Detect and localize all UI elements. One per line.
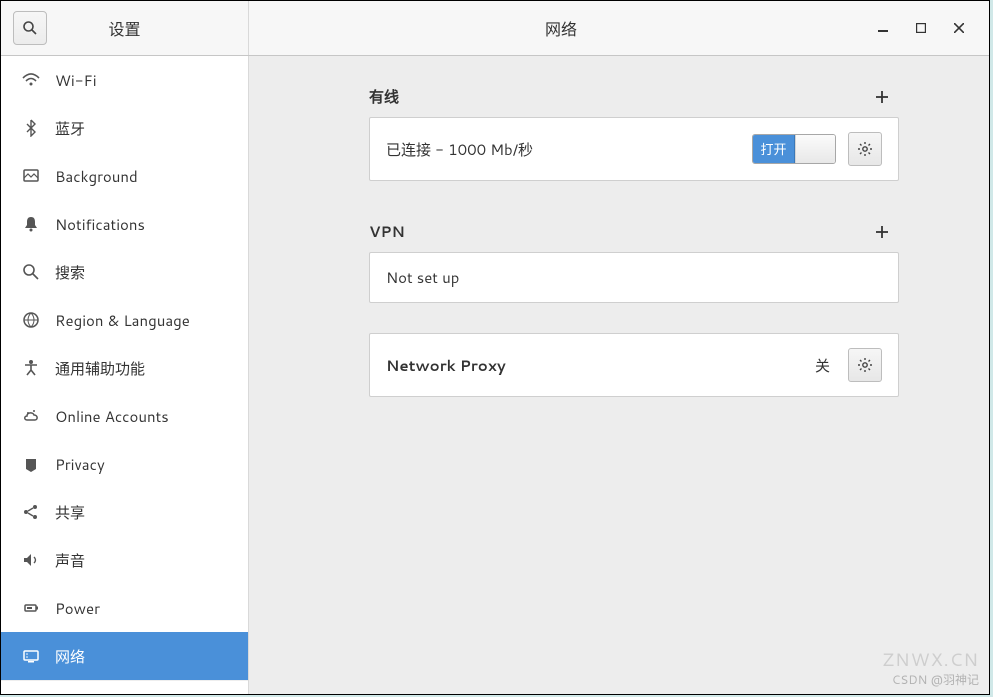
sidebar-item-label: Power bbox=[55, 598, 100, 619]
wired-title: 有线 bbox=[369, 86, 399, 107]
maximize-button[interactable] bbox=[911, 18, 931, 38]
sidebar-item-bluetooth[interactable]: 蓝牙 bbox=[1, 104, 248, 152]
titlebar-left: 设置 bbox=[1, 1, 249, 55]
gear-icon bbox=[857, 357, 873, 373]
sidebar-item-label: Background bbox=[55, 166, 138, 187]
sidebar-item-accessibility[interactable]: 通用辅助功能 bbox=[1, 344, 248, 392]
sidebar-item-background[interactable]: Background bbox=[1, 152, 248, 200]
sidebar-item-region[interactable]: Region & Language bbox=[1, 296, 248, 344]
sidebar-item-label: Privacy bbox=[55, 454, 105, 475]
toggle-knob bbox=[795, 135, 835, 163]
vpn-title: VPN bbox=[369, 221, 405, 242]
proxy-row[interactable]: Network Proxy 关 bbox=[370, 334, 898, 396]
speaker-icon bbox=[21, 550, 41, 570]
watermark-site: ZNWX.CN bbox=[882, 646, 979, 672]
wired-status: 已连接 - 1000 Mb/秒 bbox=[386, 139, 740, 160]
sidebar-item-label: Region & Language bbox=[55, 310, 190, 331]
sidebar-item-power[interactable]: Power bbox=[1, 584, 248, 632]
accessibility-icon bbox=[21, 358, 41, 378]
settings-window: 设置 网络 Wi-Fi bbox=[0, 0, 990, 695]
proxy-settings-button[interactable] bbox=[848, 348, 882, 382]
gear-icon bbox=[857, 141, 873, 157]
proxy-status: 关 bbox=[815, 355, 830, 376]
body: Wi-Fi 蓝牙 Background Notifications 搜索 Reg bbox=[1, 56, 989, 694]
sidebar-item-search[interactable]: 搜索 bbox=[1, 248, 248, 296]
sidebar-item-notifications[interactable]: Notifications bbox=[1, 200, 248, 248]
minimize-icon bbox=[878, 23, 888, 33]
titlebar-right: 网络 bbox=[249, 1, 989, 55]
add-wired-button[interactable] bbox=[875, 90, 899, 104]
network-icon bbox=[21, 646, 41, 666]
sidebar-item-label: Online Accounts bbox=[55, 406, 169, 427]
sidebar-item-wifi[interactable]: Wi-Fi bbox=[1, 56, 248, 104]
maximize-icon bbox=[916, 23, 926, 33]
wired-row: 已连接 - 1000 Mb/秒 打开 bbox=[370, 118, 898, 180]
add-vpn-button[interactable] bbox=[875, 225, 899, 239]
search-button[interactable] bbox=[13, 11, 47, 45]
plus-icon bbox=[875, 90, 889, 104]
sidebar-item-label: 通用辅助功能 bbox=[55, 358, 145, 379]
sidebar-item-label: 网络 bbox=[55, 646, 85, 667]
sidebar[interactable]: Wi-Fi 蓝牙 Background Notifications 搜索 Reg bbox=[1, 56, 249, 694]
toggle-on-label: 打开 bbox=[753, 135, 795, 163]
page-title: 网络 bbox=[249, 16, 873, 41]
sidebar-item-label: 声音 bbox=[55, 550, 85, 571]
wired-toggle[interactable]: 打开 bbox=[752, 134, 836, 164]
watermark-author: CSDN @羽神记 bbox=[892, 671, 979, 688]
vpn-section-head: VPN bbox=[369, 221, 899, 242]
vpn-status: Not set up bbox=[386, 267, 882, 288]
wired-settings-button[interactable] bbox=[848, 132, 882, 166]
bell-icon bbox=[21, 214, 41, 234]
close-icon bbox=[954, 23, 964, 33]
sidebar-item-label: 蓝牙 bbox=[55, 118, 85, 139]
sidebar-item-network[interactable]: 网络 bbox=[1, 632, 248, 680]
wired-section-head: 有线 bbox=[369, 86, 899, 107]
titlebar: 设置 网络 bbox=[1, 1, 989, 56]
region-icon bbox=[21, 310, 41, 330]
sidebar-divider bbox=[1, 680, 248, 681]
minimize-button[interactable] bbox=[873, 18, 893, 38]
sidebar-item-sound[interactable]: 声音 bbox=[1, 536, 248, 584]
window-controls bbox=[873, 18, 989, 38]
sidebar-item-online-accounts[interactable]: Online Accounts bbox=[1, 392, 248, 440]
share-icon bbox=[21, 502, 41, 522]
proxy-panel: Network Proxy 关 bbox=[369, 333, 899, 397]
vpn-panel: Not set up bbox=[369, 252, 899, 303]
vpn-row: Not set up bbox=[370, 253, 898, 302]
sidebar-item-label: 搜索 bbox=[55, 262, 85, 283]
background-icon bbox=[21, 166, 41, 186]
power-icon bbox=[21, 598, 41, 618]
proxy-title: Network Proxy bbox=[386, 355, 803, 376]
search-icon bbox=[22, 20, 38, 36]
sidebar-item-label: Notifications bbox=[55, 214, 145, 235]
privacy-icon bbox=[21, 454, 41, 474]
close-button[interactable] bbox=[949, 18, 969, 38]
search-icon bbox=[21, 262, 41, 282]
sidebar-item-share[interactable]: 共享 bbox=[1, 488, 248, 536]
wired-panel: 已连接 - 1000 Mb/秒 打开 bbox=[369, 117, 899, 181]
settings-title: 设置 bbox=[47, 16, 202, 41]
bluetooth-icon bbox=[21, 118, 41, 138]
wifi-icon bbox=[21, 70, 41, 90]
cloud-icon bbox=[21, 406, 41, 426]
content-area: 有线 已连接 - 1000 Mb/秒 打开 VP bbox=[249, 56, 989, 694]
sidebar-item-label: Wi-Fi bbox=[55, 70, 97, 91]
sidebar-item-privacy[interactable]: Privacy bbox=[1, 440, 248, 488]
sidebar-item-label: 共享 bbox=[55, 502, 85, 523]
plus-icon bbox=[875, 225, 889, 239]
